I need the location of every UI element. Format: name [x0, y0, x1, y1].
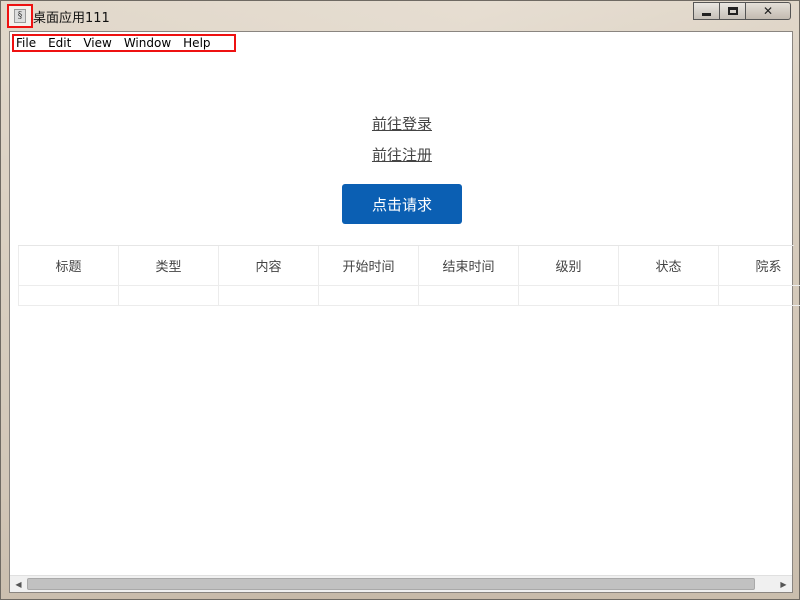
close-button[interactable]: ✕ — [745, 2, 791, 20]
register-link[interactable]: 前往注册 — [10, 144, 794, 165]
table-cell — [418, 286, 518, 306]
table-cell — [118, 286, 218, 306]
app-window: § 桌面应用111 ✕ File Edit View Window Help 前… — [0, 0, 800, 600]
window-title: 桌面应用111 — [33, 11, 110, 26]
table-cell — [18, 286, 118, 306]
table-cell — [618, 286, 718, 306]
horizontal-scrollbar[interactable]: ◀ ▶ — [10, 575, 792, 592]
window-controls: ✕ — [693, 2, 791, 20]
menu-view[interactable]: View — [83, 36, 111, 50]
menu-help[interactable]: Help — [183, 36, 210, 50]
column-header-status[interactable]: 状态 — [618, 246, 718, 286]
table-cell — [218, 286, 318, 306]
scrollbar-thumb[interactable] — [27, 578, 755, 590]
minimize-icon — [702, 12, 711, 16]
data-table: 标题 类型 内容 开始时间 结束时间 级别 状态 院系 — [18, 245, 800, 306]
login-link[interactable]: 前往登录 — [10, 113, 794, 134]
table-cell — [518, 286, 618, 306]
app-icon[interactable]: § — [7, 4, 33, 28]
menu-edit[interactable]: Edit — [48, 36, 71, 50]
minimize-button[interactable] — [693, 2, 720, 20]
scroll-right-icon[interactable]: ▶ — [775, 576, 792, 592]
table-cell — [718, 286, 800, 306]
column-header-title[interactable]: 标题 — [18, 246, 118, 286]
column-header-type[interactable]: 类型 — [118, 246, 218, 286]
column-header-end-time[interactable]: 结束时间 — [418, 246, 518, 286]
maximize-icon — [727, 7, 738, 15]
client-area: File Edit View Window Help 前往登录 前往注册 点击请… — [9, 31, 800, 593]
maximize-button[interactable] — [719, 2, 746, 20]
menu-file[interactable]: File — [16, 36, 36, 50]
table-header-row: 标题 类型 内容 开始时间 结束时间 级别 状态 院系 — [18, 246, 800, 286]
table-row — [18, 286, 800, 306]
column-header-content[interactable]: 内容 — [218, 246, 318, 286]
column-header-level[interactable]: 级别 — [518, 246, 618, 286]
column-header-start-time[interactable]: 开始时间 — [318, 246, 418, 286]
table-cell — [318, 286, 418, 306]
scroll-left-icon[interactable]: ◀ — [10, 576, 27, 592]
menu-window[interactable]: Window — [124, 36, 171, 50]
request-button[interactable]: 点击请求 — [342, 184, 462, 224]
document-icon: § — [14, 9, 26, 23]
menu-bar: File Edit View Window Help — [12, 34, 236, 52]
column-header-department[interactable]: 院系 — [718, 246, 800, 286]
title-bar[interactable]: § 桌面应用111 ✕ — [1, 1, 799, 31]
close-icon: ✕ — [762, 4, 774, 18]
